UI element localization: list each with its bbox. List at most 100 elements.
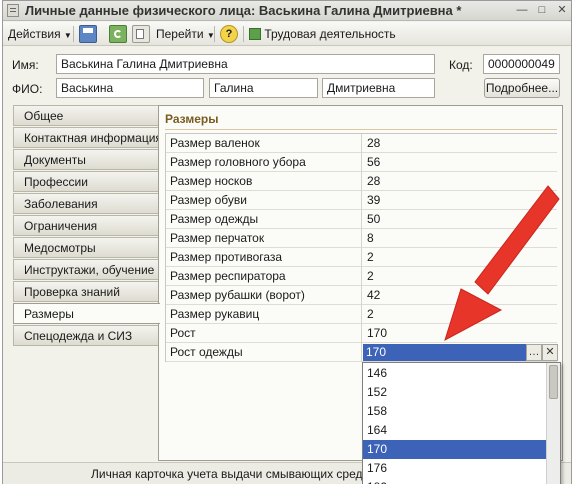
dropdown-option-selected[interactable]: 170 bbox=[363, 440, 547, 459]
table-row[interactable]: Размер перчаток 8 bbox=[166, 229, 557, 248]
size-name: Размер носков bbox=[166, 172, 362, 191]
window-title: Личные данные физического лица: Васькина… bbox=[25, 3, 462, 18]
table-row[interactable]: Размер обуви 39 bbox=[166, 191, 557, 210]
size-value[interactable]: 2 bbox=[363, 305, 557, 324]
dropdown-option[interactable]: 152 bbox=[363, 383, 547, 402]
tab-sizes[interactable]: Размеры bbox=[13, 303, 160, 324]
toolbar-separator bbox=[214, 26, 215, 42]
name-field[interactable]: Васькина Галина Дмитриевна bbox=[56, 54, 435, 74]
tab-label: Контактная информация bbox=[24, 131, 158, 145]
size-name: Размер противогаза bbox=[166, 248, 362, 267]
title-bar[interactable]: Личные данные физического лица: Васькина… bbox=[3, 1, 571, 21]
status-text: Личная карточка учета выдачи смывающих с… bbox=[91, 467, 381, 481]
tab-professions[interactable]: Профессии bbox=[13, 171, 158, 192]
table-row[interactable]: Размер головного убора 56 bbox=[166, 153, 557, 172]
tab-label: Размеры bbox=[24, 307, 74, 321]
table-row[interactable]: Размер рукавиц 2 bbox=[166, 305, 557, 324]
document-icon bbox=[7, 4, 19, 17]
minimize-icon: — bbox=[516, 4, 528, 16]
maximize-icon: □ bbox=[538, 4, 546, 16]
size-value[interactable]: 42 bbox=[363, 286, 557, 305]
size-value[interactable]: 170 bbox=[363, 324, 557, 343]
size-value[interactable]: 28 bbox=[363, 172, 557, 191]
scrollbar-thumb[interactable] bbox=[549, 365, 558, 399]
goto-menu-button[interactable]: Перейти ▼ bbox=[156, 25, 215, 43]
size-name: Рост bbox=[166, 324, 362, 343]
goto-label: Перейти bbox=[156, 27, 204, 41]
tab-label: Общее bbox=[24, 109, 64, 123]
copy-icon[interactable] bbox=[132, 25, 150, 43]
tab-diseases[interactable]: Заболевания bbox=[13, 193, 158, 214]
size-value[interactable]: 2 bbox=[363, 267, 557, 286]
tab-label: Инструктажи, обучение bbox=[24, 263, 155, 277]
dropdown-option[interactable]: 176 bbox=[363, 459, 547, 478]
choose-button[interactable]: … bbox=[526, 344, 542, 361]
size-value[interactable]: 2 bbox=[363, 248, 557, 267]
tab-briefings-training[interactable]: Инструктажи, обучение bbox=[13, 259, 158, 280]
middle-name-field[interactable]: Дмитриевна bbox=[322, 78, 435, 98]
size-name: Рост одежды bbox=[166, 343, 362, 362]
table-row[interactable]: Рост 170 bbox=[166, 324, 557, 343]
table-row[interactable]: Размер носков 28 bbox=[166, 172, 557, 191]
name-label: Имя: bbox=[12, 58, 39, 72]
size-name: Размер одежды bbox=[166, 210, 362, 229]
size-value[interactable]: 39 bbox=[363, 191, 557, 210]
first-name-field[interactable]: Галина bbox=[209, 78, 318, 98]
table-row[interactable]: Размер рубашки (ворот) 42 bbox=[166, 286, 557, 305]
labor-activity-button[interactable]: Трудовая деятельность bbox=[249, 25, 396, 43]
tab-label: Медосмотры bbox=[24, 241, 96, 255]
size-value[interactable]: 28 bbox=[363, 134, 557, 153]
sizes-table: Размер валенок 28 Размер головного убора 5… bbox=[165, 133, 558, 362]
size-name: Размер обуви bbox=[166, 191, 362, 210]
dropdown-option[interactable]: 182 bbox=[363, 478, 547, 484]
tab-medical-exams[interactable]: Медосмотры bbox=[13, 237, 158, 258]
table-row[interactable]: Размер респиратора 2 bbox=[166, 267, 557, 286]
actions-label: Действия bbox=[8, 27, 61, 41]
tab-restrictions[interactable]: Ограничения bbox=[13, 215, 158, 236]
refresh-icon[interactable] bbox=[109, 25, 127, 43]
table-row[interactable]: Размер противогаза 2 bbox=[166, 248, 557, 267]
dropdown-scrollbar[interactable] bbox=[546, 363, 560, 484]
code-field[interactable]: 0000000049 bbox=[483, 54, 560, 74]
minimize-button[interactable]: — bbox=[515, 4, 529, 17]
code-label: Код: bbox=[449, 58, 473, 72]
labor-activity-icon bbox=[249, 28, 261, 40]
maximize-button[interactable]: □ bbox=[535, 4, 549, 17]
toolbar-separator bbox=[73, 26, 74, 42]
clothing-height-dropdown[interactable]: 146 152 158 164 170 176 182 bbox=[362, 362, 561, 484]
close-button[interactable]: ✕ bbox=[555, 4, 569, 17]
size-name: Размер респиратора bbox=[166, 267, 362, 286]
size-name: Размер перчаток bbox=[166, 229, 362, 248]
dropdown-arrow-icon: ▼ bbox=[63, 31, 72, 40]
labor-activity-label: Трудовая деятельность bbox=[264, 27, 396, 41]
size-name: Размер рубашки (ворот) bbox=[166, 286, 362, 305]
dropdown-option[interactable]: 158 bbox=[363, 402, 547, 421]
tab-contact-info[interactable]: Контактная информация bbox=[13, 127, 158, 148]
table-row[interactable]: Размер валенок 28 bbox=[166, 134, 557, 153]
dropdown-option[interactable]: 164 bbox=[363, 421, 547, 440]
tab-documents[interactable]: Документы bbox=[13, 149, 158, 170]
last-name-field[interactable]: Васькина bbox=[56, 78, 204, 98]
help-icon: ? bbox=[225, 28, 233, 40]
table-row[interactable]: Размер одежды 50 bbox=[166, 210, 557, 229]
actions-menu-button[interactable]: Действия ▼ bbox=[8, 25, 72, 43]
tab-label: Профессии bbox=[24, 175, 88, 189]
tab-knowledge-check[interactable]: Проверка знаний bbox=[13, 281, 158, 302]
clear-button[interactable]: ✕ bbox=[542, 344, 558, 361]
help-button[interactable]: ? bbox=[220, 25, 238, 43]
size-value[interactable]: 56 bbox=[363, 153, 557, 172]
tab-general[interactable]: Общее bbox=[13, 105, 158, 126]
more-details-button[interactable]: Подробнее... bbox=[484, 78, 560, 98]
table-row-editing[interactable]: Рост одежды 170 … ✕ bbox=[166, 343, 558, 362]
tab-workwear-ppe[interactable]: Спецодежда и СИЗ bbox=[13, 325, 158, 346]
toolbar: Действия ▼ Перейти ▼ ? Трудовая деятельн… bbox=[3, 22, 571, 46]
size-name: Размер головного убора bbox=[166, 153, 362, 172]
clothing-height-input[interactable]: 170 bbox=[363, 344, 526, 361]
size-value[interactable]: 8 bbox=[363, 229, 557, 248]
size-value[interactable]: 50 bbox=[363, 210, 557, 229]
ellipsis-icon: … bbox=[528, 346, 540, 358]
save-icon[interactable] bbox=[79, 25, 97, 43]
dropdown-option[interactable]: 146 bbox=[363, 364, 547, 383]
tab-label: Документы bbox=[24, 153, 86, 167]
person-data-window: Личные данные физического лица: Васькина… bbox=[2, 0, 572, 484]
